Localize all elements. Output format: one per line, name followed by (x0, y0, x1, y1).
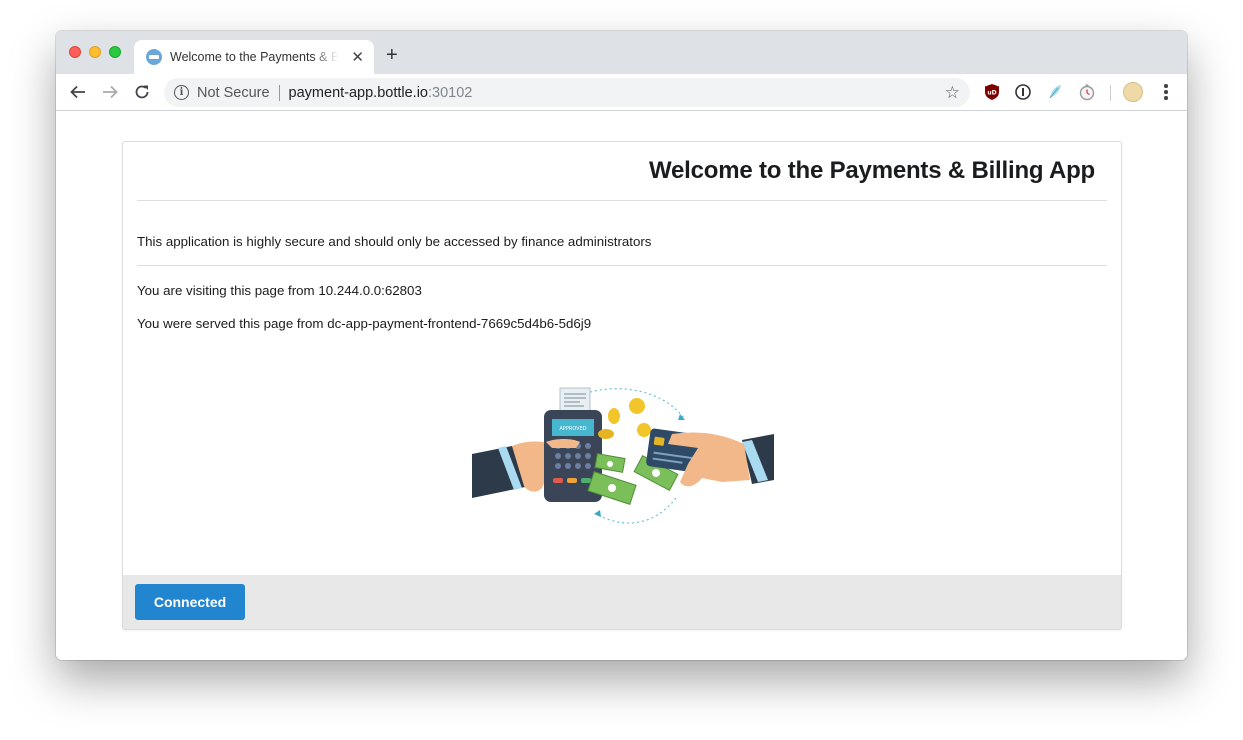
arrow-right-icon (103, 85, 118, 99)
toolbar-divider (1110, 85, 1111, 101)
arrow-left-icon (70, 85, 85, 99)
served-info: You were served this page from dc-app-pa… (137, 316, 592, 331)
new-tab-button[interactable]: + (386, 45, 398, 65)
forward-button[interactable] (100, 82, 120, 102)
app-card: Welcome to the Payments & Billing App Th… (122, 141, 1122, 630)
feather-icon[interactable] (1046, 83, 1064, 101)
browser-window: Welcome to the Payments & Billing App ✕ … (56, 31, 1187, 660)
tab-close-icon[interactable]: ✕ (351, 50, 364, 65)
page-viewport: Welcome to the Payments & Billing App Th… (56, 111, 1187, 660)
terminal-approved-label: APPROVED (559, 426, 586, 432)
maximize-window-button[interactable] (109, 46, 121, 58)
browser-menu-icon[interactable] (1156, 82, 1176, 102)
reload-icon (135, 85, 149, 99)
visitor-info: You are visiting this page from 10.244.0… (137, 283, 422, 298)
notice-divider (137, 265, 1107, 266)
bookmark-star-icon[interactable]: ☆ (945, 83, 960, 103)
profile-avatar[interactable] (1123, 82, 1143, 102)
security-label[interactable]: Not Secure (197, 85, 270, 101)
card-footer: Connected (123, 575, 1121, 629)
connected-button[interactable]: Connected (135, 584, 245, 620)
page-title: Welcome to the Payments & Billing App (649, 157, 1095, 184)
url-port[interactable]: :30102 (428, 85, 472, 101)
back-button[interactable] (68, 82, 88, 102)
reload-button[interactable] (132, 82, 152, 102)
browser-toolbar: i Not Secure payment-app.bottle.io :3010… (56, 74, 1187, 111)
minimize-window-button[interactable] (89, 46, 101, 58)
site-info-icon[interactable]: i (174, 85, 189, 100)
tab-payments-app[interactable]: Welcome to the Payments & Billing App ✕ (134, 40, 374, 74)
omnibox-divider (278, 84, 280, 101)
security-notice: This application is highly secure and sh… (137, 234, 652, 249)
payment-illustration: APPROVED (472, 387, 774, 524)
tab-strip: Welcome to the Payments & Billing App ✕ … (56, 31, 1187, 74)
info-extension-icon[interactable] (1014, 83, 1032, 101)
url-host[interactable]: payment-app.bottle.io (289, 85, 428, 101)
title-divider (137, 200, 1107, 201)
address-bar[interactable]: i Not Secure payment-app.bottle.io :3010… (164, 78, 970, 107)
tab-title: Welcome to the Payments & Billing App (170, 50, 338, 64)
timer-icon[interactable] (1078, 83, 1096, 101)
ublock-origin-icon[interactable]: uD (983, 83, 1001, 101)
ublock-badge-text: uD (987, 90, 996, 97)
favicon-icon (146, 49, 162, 65)
close-window-button[interactable] (69, 46, 81, 58)
